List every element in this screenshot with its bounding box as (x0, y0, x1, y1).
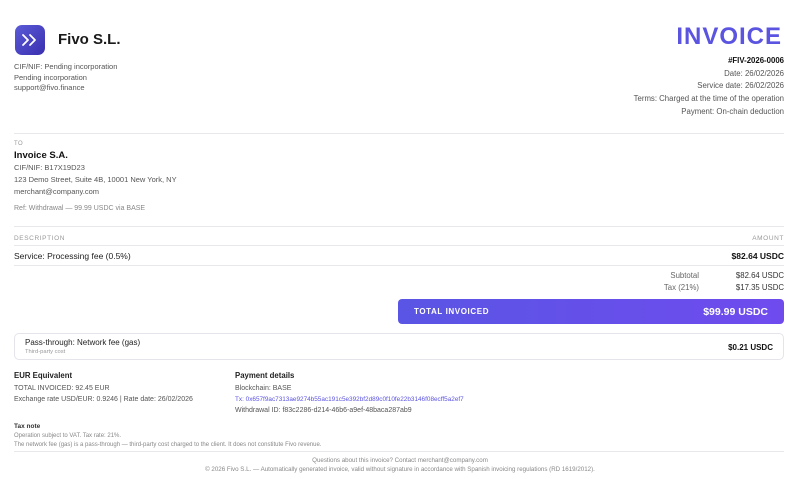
invoice-meta: #FIV-2026-0006 Date: 26/02/2026 Service … (634, 55, 784, 119)
to-label: TO (14, 141, 24, 147)
line-item-description: Service: Processing fee (0.5%) (14, 251, 131, 261)
tax-note-heading: Tax note (14, 423, 41, 430)
footer-questions: Questions about this invoice? Contact me… (312, 457, 488, 464)
invoice-number: #FIV-2026-0006 (728, 56, 784, 65)
subtotal-value: $82.64 USDC (735, 271, 784, 280)
seller-status: Pending incorporation (14, 72, 87, 82)
company-name: Fivo S.L. (58, 31, 121, 48)
total-invoiced-value: $99.99 USDC (703, 305, 768, 318)
pass-through-box: Pass-through: Network fee (gas) Third-pa… (14, 333, 784, 360)
total-invoiced-bar: TOTAL INVOICED $99.99 USDC (398, 299, 784, 324)
line-item-divider (14, 265, 784, 266)
description-header: DESCRIPTION (14, 235, 66, 242)
payment-terms: Terms: Charged at the time of the operat… (633, 94, 784, 104)
seller-tax-id: CIF/NIF: Pending incorporation (14, 62, 118, 71)
fivo-logo-icon (15, 25, 45, 55)
invoice-date: Date: 26/02/2026 (724, 68, 784, 78)
header-divider (14, 133, 784, 134)
pass-through-title: Pass-through: Network fee (gas) (25, 338, 141, 347)
eur-heading: EUR Equivalent (14, 371, 73, 380)
client-email: merchant@company.com (14, 187, 100, 196)
client-name: Invoice S.A. (14, 150, 68, 161)
tax-note-line-2: The network fee (gas) is a pass-through … (14, 441, 322, 448)
pass-through-subtitle: Third-party cost (25, 349, 66, 355)
blockchain-line: Blockchain: BASE (235, 385, 292, 392)
footer-divider (14, 451, 784, 452)
withdrawal-id: Withdrawal ID: f83c2286-d214-46b6-a9ef-4… (235, 407, 412, 414)
footer-legal: © 2026 Fivo S.L. — Automatically generat… (205, 466, 595, 473)
eur-details: TOTAL INVOICED: 92.45 EUR Exchange rate … (14, 383, 193, 405)
client-address: 123 Demo Street, Suite 4B, 10001 New Yor… (14, 175, 177, 184)
reference-line: Ref: Withdrawal — 99.99 USDC via BASE (14, 205, 146, 212)
line-item-amount: $82.64 USDC (731, 251, 784, 261)
invoice-title: INVOICE (676, 23, 782, 50)
pass-through-amount: $0.21 USDC (728, 343, 773, 352)
subtotal-label: Subtotal (670, 271, 699, 280)
service-date: Service date: 26/02/2026 (697, 81, 784, 91)
client-divider (14, 226, 784, 227)
seller-email: support@fivo.finance (14, 83, 85, 93)
tax-note-line-1: Operation subject to VAT. Tax rate: 21%. (14, 433, 122, 439)
table-header-divider (14, 245, 784, 246)
payment-details-heading: Payment details (235, 371, 295, 380)
amount-header: AMOUNT (752, 235, 784, 242)
tax-value: $17.35 USDC (735, 283, 784, 292)
eur-rate: Exchange rate USD/EUR: 0.9246 | Rate dat… (14, 396, 193, 403)
total-invoiced-label: TOTAL INVOICED (414, 307, 490, 316)
client-tax-id: CIF/NIF: B17X19D23 (14, 163, 85, 172)
tax-label: Tax (21%) (663, 283, 699, 292)
eur-total: TOTAL INVOICED: 92.45 EUR (14, 385, 110, 392)
seller-details: CIF/NIF: Pending incorporation Pending i… (14, 62, 117, 94)
client-details: CIF/NIF: B17X19D23 123 Demo Street, Suit… (14, 162, 177, 198)
payment-method: Payment: On-chain deduction (681, 106, 784, 116)
tax-note: Operation subject to VAT. Tax rate: 21%.… (14, 432, 322, 450)
payment-details: Blockchain: BASE Tx: 0x657f9ac7313ae9274… (235, 383, 464, 416)
transaction-hash-link[interactable]: Tx: 0x657f9ac7313ae9274b55ac191c5e392bf2… (235, 394, 464, 405)
